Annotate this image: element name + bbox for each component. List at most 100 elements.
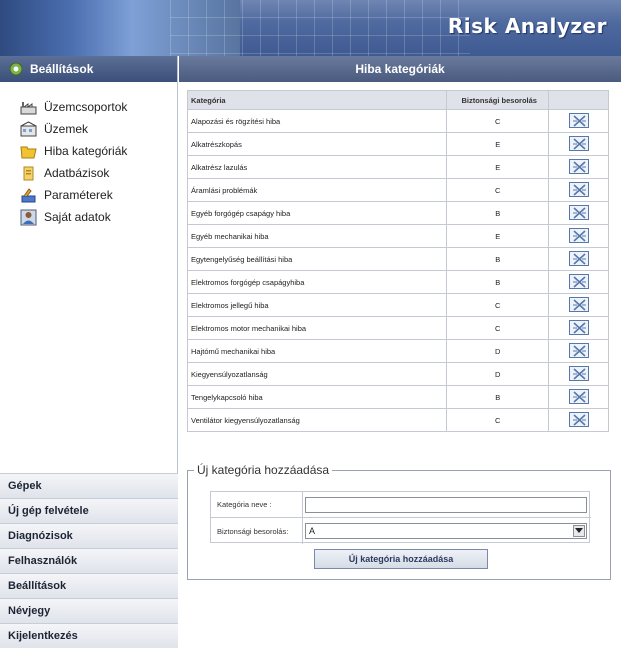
sidebar-item-databases[interactable]: Adatbázisok [20, 162, 177, 184]
actions-cell [548, 132, 609, 156]
table-row: Alapozási és rögzítési hiba C [186, 109, 609, 133]
category-name-cell: Ventilátor kiegyensúlyozatlanság [186, 408, 448, 432]
safety-level-cell: B [446, 247, 550, 271]
category-name-cell: Kiegyensúlyozatlanság [186, 362, 448, 386]
delete-category-button[interactable] [568, 388, 589, 404]
fault-category-table: Kategória Biztonsági besorolás Alapozási… [186, 90, 609, 432]
safety-level-cell: C [446, 408, 550, 432]
category-name-cell: Elektromos forgógép csapágyhiba [186, 270, 448, 294]
actions-cell [548, 247, 609, 271]
actions-cell [548, 224, 609, 248]
delete-icon [572, 206, 586, 219]
table-row: Alkatrész lazulás E [186, 155, 609, 179]
delete-icon [572, 183, 586, 196]
safety-level-cell: E [446, 224, 550, 248]
delete-icon [572, 321, 586, 334]
settings-icon [9, 62, 23, 76]
main-panel: Hiba kategóriák Kategória Biztonsági bes… [179, 56, 621, 648]
nav-new-machine[interactable]: Új gép felvétele [0, 498, 178, 523]
fault-category-table-wrap: Kategória Biztonsági besorolás Alapozási… [186, 90, 609, 432]
safety-level-cell: E [446, 155, 550, 179]
category-name-cell: Elektromos motor mechanikai hiba [186, 316, 448, 340]
delete-category-button[interactable] [568, 319, 589, 335]
sidebar-item-plant-groups[interactable]: Üzemcsoportok [20, 96, 177, 118]
category-name-cell: Elektromos jellegű hiba [186, 293, 448, 317]
safety-level-cell: E [446, 132, 550, 156]
delete-category-button[interactable] [568, 365, 589, 381]
factory-icon [20, 101, 37, 114]
delete-category-button[interactable] [568, 112, 589, 128]
table-row: Egyéb forgógép csapágy hiba B [186, 201, 609, 225]
main-nav: Gépek Új gép felvétele Diagnózisok Felha… [0, 473, 178, 648]
dropdown-arrow-icon[interactable] [573, 525, 585, 537]
nav-settings[interactable]: Beállítások [0, 573, 178, 598]
column-header-category: Kategória [186, 90, 448, 110]
actions-cell [548, 316, 609, 340]
table-header-row: Kategória Biztonsági besorolás [186, 90, 609, 110]
category-name-label: Kategória neve : [211, 492, 303, 517]
actions-cell [548, 339, 609, 363]
delete-icon [572, 252, 586, 265]
form-row-level: Biztonsági besorolás: A [211, 518, 591, 544]
category-name-cell: Egyéb mechanikai hiba [186, 224, 448, 248]
delete-category-button[interactable] [568, 296, 589, 312]
sidebar-item-label: Hiba kategóriák [44, 144, 128, 158]
delete-icon [572, 160, 586, 173]
delete-category-button[interactable] [568, 273, 589, 289]
settings-menu: Üzemcsoportok Üzemek Hiba kategóriák Ada… [0, 82, 177, 228]
delete-icon [572, 114, 586, 127]
table-row: Áramlási problémák C [186, 178, 609, 202]
nav-about[interactable]: Névjegy [0, 598, 178, 623]
category-name-cell: Hajtómű mechanikai hiba [186, 339, 448, 363]
delete-category-button[interactable] [568, 158, 589, 174]
app-header: Risk Analyzer [0, 0, 621, 56]
table-row: Elektromos forgógép csapágyhiba B [186, 270, 609, 294]
delete-category-button[interactable] [568, 250, 589, 266]
nav-users[interactable]: Felhasználók [0, 548, 178, 573]
sidebar-item-fault-categories[interactable]: Hiba kategóriák [20, 140, 177, 162]
table-row: Alkatrészkopás E [186, 132, 609, 156]
delete-category-button[interactable] [568, 342, 589, 358]
delete-icon [572, 344, 586, 357]
sidebar-item-label: Üzemek [44, 122, 89, 136]
header-grid-pattern [170, 0, 470, 56]
actions-cell [548, 408, 609, 432]
delete-category-button[interactable] [568, 227, 589, 243]
table-row: Kiegyensúlyozatlanság D [186, 362, 609, 386]
category-name-cell: Alkatrész lazulás [186, 155, 448, 179]
add-category-button[interactable]: Új kategória hozzáadása [314, 549, 488, 569]
delete-category-button[interactable] [568, 204, 589, 220]
sidebar-item-label: Paraméterek [44, 188, 113, 202]
app-title: Risk Analyzer [447, 14, 607, 38]
delete-category-button[interactable] [568, 181, 589, 197]
sidebar-item-plants[interactable]: Üzemek [20, 118, 177, 140]
table-row: Egytengelyűség beállítási hiba B [186, 247, 609, 271]
delete-icon [572, 390, 586, 403]
nav-machines[interactable]: Gépek [0, 473, 178, 498]
actions-cell [548, 178, 609, 202]
nav-diagnoses[interactable]: Diagnózisok [0, 523, 178, 548]
page-title: Hiba kategóriák [179, 56, 621, 82]
delete-icon [572, 413, 586, 426]
table-row: Egyéb mechanikai hiba E [186, 224, 609, 248]
delete-category-button[interactable] [568, 411, 589, 427]
delete-category-button[interactable] [568, 135, 589, 151]
category-name-input[interactable] [305, 496, 587, 513]
safety-level-cell: D [446, 339, 550, 363]
delete-icon [572, 137, 586, 150]
safety-level-cell: D [446, 362, 550, 386]
building-icon [20, 120, 37, 136]
actions-cell [548, 385, 609, 409]
sidebar-item-parameters[interactable]: Paraméterek [20, 184, 177, 206]
sidebar-item-own-data[interactable]: Saját adatok [20, 206, 177, 228]
database-icon [23, 166, 34, 180]
sidebar-item-label: Saját adatok [44, 210, 111, 224]
safety-level-select[interactable]: A [305, 523, 587, 539]
delete-icon [572, 275, 586, 288]
safety-level-label: Biztonsági besorolás: [211, 518, 303, 544]
actions-cell [548, 155, 609, 179]
sidebar-item-label: Adatbázisok [44, 166, 110, 180]
add-category-legend: Új kategória hozzáadása [194, 463, 333, 477]
delete-icon [572, 229, 586, 242]
nav-logout[interactable]: Kijelentkezés [0, 623, 178, 648]
